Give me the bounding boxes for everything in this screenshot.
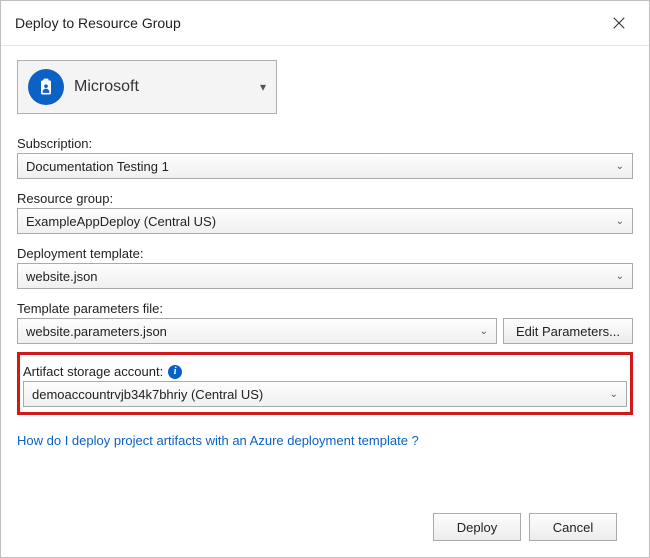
artifact-storage-value: demoaccountrvjb34k7bhriy (Central US): [32, 387, 606, 402]
subscription-value: Documentation Testing 1: [26, 159, 612, 174]
dialog-body: Microsoft ▾ Subscription: Documentation …: [1, 46, 649, 557]
dialog-title: Deploy to Resource Group: [15, 15, 181, 31]
close-button[interactable]: [599, 9, 639, 37]
artifact-storage-label-row: Artifact storage account: i: [23, 364, 627, 379]
badge-icon: [36, 77, 56, 97]
template-parameters-dropdown[interactable]: website.parameters.json ⌄: [17, 318, 497, 344]
resource-group-label: Resource group:: [17, 191, 633, 206]
help-link[interactable]: How do I deploy project artifacts with a…: [17, 433, 633, 448]
artifact-storage-highlight: Artifact storage account: i demoaccountr…: [17, 352, 633, 415]
titlebar: Deploy to Resource Group: [1, 1, 649, 46]
chevron-down-icon: ⌄: [476, 326, 492, 337]
template-parameters-label: Template parameters file:: [17, 301, 633, 316]
cancel-button-label: Cancel: [553, 520, 593, 535]
info-icon[interactable]: i: [168, 365, 182, 379]
artifact-storage-label: Artifact storage account:: [23, 364, 163, 379]
chevron-down-icon: ⌄: [612, 216, 628, 227]
edit-parameters-button[interactable]: Edit Parameters...: [503, 318, 633, 344]
chevron-down-icon: ▾: [260, 80, 266, 94]
deployment-template-value: website.json: [26, 269, 612, 284]
deploy-dialog: Deploy to Resource Group Microsoft ▾ Sub…: [0, 0, 650, 558]
account-name: Microsoft: [74, 78, 250, 96]
deployment-template-dropdown[interactable]: website.json ⌄: [17, 263, 633, 289]
close-icon: [612, 16, 626, 30]
account-picker[interactable]: Microsoft ▾: [17, 60, 277, 114]
deployment-template-label: Deployment template:: [17, 246, 633, 261]
resource-group-dropdown[interactable]: ExampleAppDeploy (Central US) ⌄: [17, 208, 633, 234]
account-avatar: [28, 69, 64, 105]
chevron-down-icon: ⌄: [612, 271, 628, 282]
subscription-label: Subscription:: [17, 136, 633, 151]
dialog-footer: Deploy Cancel: [17, 499, 633, 557]
resource-group-value: ExampleAppDeploy (Central US): [26, 214, 612, 229]
artifact-storage-dropdown[interactable]: demoaccountrvjb34k7bhriy (Central US) ⌄: [23, 381, 627, 407]
template-parameters-row: website.parameters.json ⌄ Edit Parameter…: [17, 318, 633, 344]
chevron-down-icon: ⌄: [606, 389, 622, 400]
deploy-button-label: Deploy: [457, 520, 497, 535]
chevron-down-icon: ⌄: [612, 161, 628, 172]
cancel-button[interactable]: Cancel: [529, 513, 617, 541]
subscription-dropdown[interactable]: Documentation Testing 1 ⌄: [17, 153, 633, 179]
edit-parameters-label: Edit Parameters...: [516, 324, 620, 339]
deploy-button[interactable]: Deploy: [433, 513, 521, 541]
template-parameters-value: website.parameters.json: [26, 324, 476, 339]
